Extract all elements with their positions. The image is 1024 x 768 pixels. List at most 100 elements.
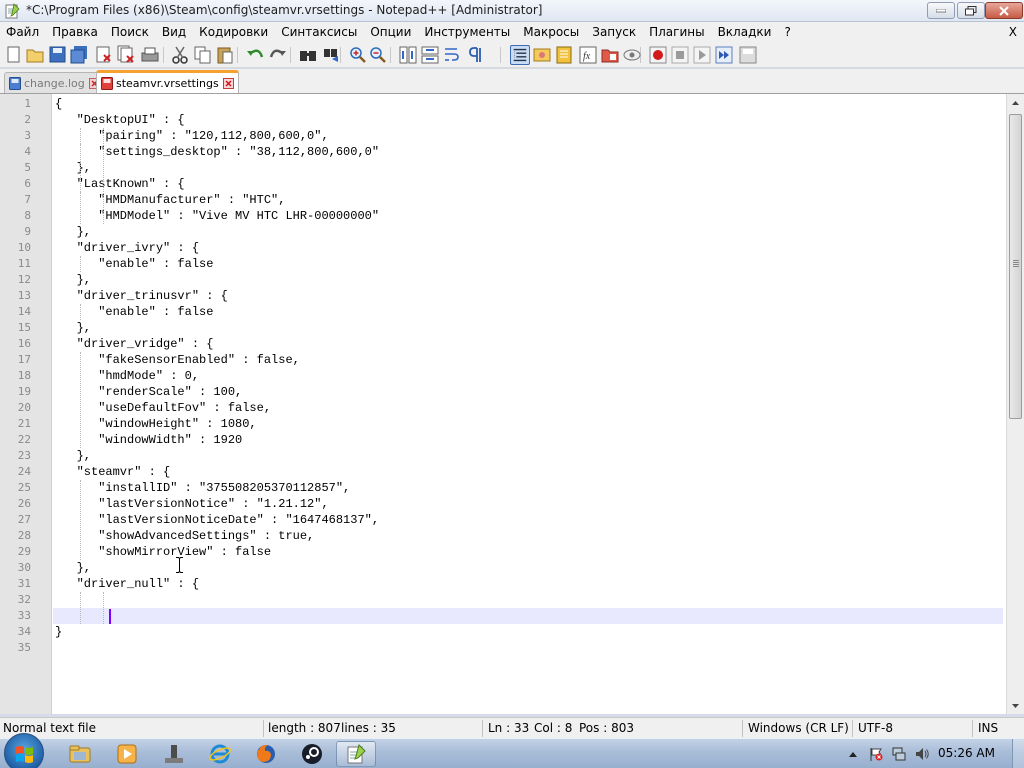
save-macro-button[interactable] bbox=[738, 45, 758, 65]
show-desktop-button[interactable] bbox=[1012, 739, 1024, 768]
paste-icon bbox=[217, 47, 233, 64]
menu-view[interactable]: Вид bbox=[156, 22, 193, 42]
line-number: 25 bbox=[17, 481, 31, 494]
maximize-button[interactable] bbox=[957, 2, 985, 19]
taskbar-program[interactable] bbox=[154, 741, 194, 767]
restore-icon bbox=[965, 5, 977, 15]
taskbar-media-player[interactable] bbox=[107, 741, 147, 767]
close-button[interactable] bbox=[94, 45, 114, 65]
paste-button[interactable] bbox=[215, 45, 235, 65]
network-icon bbox=[892, 747, 906, 761]
replace-button[interactable] bbox=[322, 45, 342, 65]
code-line: } bbox=[55, 625, 63, 639]
taskbar-notepad-plus-plus[interactable] bbox=[336, 741, 376, 767]
tray-network[interactable] bbox=[892, 747, 906, 761]
cut-button[interactable] bbox=[170, 45, 190, 65]
undo-icon bbox=[247, 49, 264, 58]
clock[interactable]: 05:26 AM bbox=[938, 746, 995, 760]
menu-file[interactable]: Файл bbox=[0, 22, 46, 42]
taskbar-firefox[interactable] bbox=[246, 741, 286, 767]
sync-horizontal-button[interactable] bbox=[420, 45, 440, 65]
play-macro-button[interactable] bbox=[692, 45, 712, 65]
run-macro-multiple-icon bbox=[715, 46, 733, 64]
save-all-icon bbox=[70, 46, 87, 64]
show-all-characters-icon bbox=[469, 47, 481, 62]
doc-map-button[interactable] bbox=[554, 45, 574, 65]
menu-window[interactable]: Вкладки bbox=[712, 22, 779, 42]
code-line: "DesktopUI" : { bbox=[55, 113, 185, 127]
close-document-button[interactable]: X bbox=[1009, 22, 1017, 42]
line-number: 22 bbox=[17, 433, 31, 446]
steam-icon bbox=[302, 744, 322, 764]
menu-plugins[interactable]: Плагины bbox=[643, 22, 711, 42]
close-tab-icon[interactable] bbox=[222, 77, 234, 89]
scroll-down-arrow[interactable] bbox=[1007, 697, 1024, 714]
status-bar: Normal text file length : 807 lines : 35… bbox=[0, 717, 1024, 738]
scroll-up-arrow[interactable] bbox=[1007, 94, 1024, 111]
toolbar: fx bbox=[0, 42, 1024, 68]
window-title: *C:\Program Files (x86)\Steam\config\ste… bbox=[26, 3, 543, 17]
taskbar-internet-explorer[interactable] bbox=[200, 741, 240, 767]
status-insert-mode: INS bbox=[978, 721, 999, 735]
folder-workspace-button[interactable] bbox=[600, 45, 620, 65]
sync-vertical-button[interactable] bbox=[398, 45, 418, 65]
tab-change-log[interactable]: change.log bbox=[4, 72, 105, 93]
copy-button[interactable] bbox=[193, 45, 213, 65]
close-all-button[interactable] bbox=[116, 45, 136, 65]
indent-guide bbox=[79, 192, 81, 224]
word-wrap-button[interactable] bbox=[442, 45, 462, 65]
record-macro-button[interactable] bbox=[648, 45, 668, 65]
tray-volume[interactable] bbox=[915, 747, 929, 761]
find-button[interactable] bbox=[298, 45, 318, 65]
run-macro-multiple-button[interactable] bbox=[714, 45, 734, 65]
save-all-button[interactable] bbox=[70, 45, 90, 65]
code-area[interactable]: { "DesktopUI" : { "pairing" : "120,112,8… bbox=[53, 94, 1003, 714]
redo-icon bbox=[269, 49, 286, 58]
menu-search[interactable]: Поиск bbox=[105, 22, 156, 42]
print-button[interactable] bbox=[140, 45, 160, 65]
vertical-scrollbar[interactable] bbox=[1006, 94, 1024, 714]
scroll-thumb[interactable] bbox=[1009, 114, 1022, 419]
line-number: 2 bbox=[24, 113, 31, 126]
line-number: 5 bbox=[24, 161, 31, 174]
tab-steamvr-vrsettings[interactable]: steamvr.vrsettings bbox=[96, 70, 239, 93]
play-macro-icon bbox=[693, 46, 711, 64]
undo-button[interactable] bbox=[245, 45, 265, 65]
tray-action-center[interactable] bbox=[869, 747, 883, 761]
menu-settings[interactable]: Опции bbox=[364, 22, 418, 42]
minimize-button[interactable] bbox=[927, 2, 955, 19]
code-line: }, bbox=[55, 321, 92, 335]
menu-help[interactable]: ? bbox=[778, 22, 797, 42]
show-all-characters-button[interactable] bbox=[466, 45, 486, 65]
toolbar-separator bbox=[237, 47, 238, 63]
menu-language[interactable]: Синтаксисы bbox=[275, 22, 364, 42]
close-window-button[interactable] bbox=[985, 2, 1023, 19]
line-number: 21 bbox=[17, 417, 31, 430]
record-macro-icon bbox=[649, 46, 667, 64]
save-button[interactable] bbox=[48, 45, 68, 65]
zoom-in-button[interactable] bbox=[348, 45, 368, 65]
start-button[interactable] bbox=[4, 733, 44, 768]
minimize-icon bbox=[936, 8, 946, 12]
save-macro-icon bbox=[739, 46, 757, 64]
menu-macro[interactable]: Макросы bbox=[517, 22, 586, 42]
user-language-button[interactable] bbox=[532, 45, 552, 65]
redo-button[interactable] bbox=[268, 45, 288, 65]
monitoring-button[interactable] bbox=[622, 45, 642, 65]
new-file-button[interactable] bbox=[4, 45, 24, 65]
menu-tools[interactable]: Инструменты bbox=[418, 22, 517, 42]
line-number-gutter[interactable]: 1 2 3 4 5 6 7 8 9 10 11 12 13 14 15 16 17 18 19 20 21 22 23 24 2… bbox=[0, 94, 52, 714]
menu-encoding[interactable]: Кодировки bbox=[193, 22, 275, 42]
indent-guide-button[interactable] bbox=[510, 45, 530, 65]
open-file-button[interactable] bbox=[25, 45, 45, 65]
show-hidden-icons-button[interactable] bbox=[846, 747, 860, 761]
taskbar-explorer[interactable] bbox=[60, 741, 100, 767]
zoom-out-button[interactable] bbox=[368, 45, 388, 65]
menu-edit[interactable]: Правка bbox=[46, 22, 105, 42]
taskbar-steam[interactable] bbox=[292, 741, 332, 767]
function-list-button[interactable]: fx bbox=[578, 45, 598, 65]
stop-macro-button[interactable] bbox=[670, 45, 690, 65]
editor[interactable]: 1 2 3 4 5 6 7 8 9 10 11 12 13 14 15 16 17 18 19 20 21 22 23 24 2… bbox=[0, 93, 1024, 714]
line-number: 28 bbox=[17, 529, 31, 542]
menu-run[interactable]: Запуск bbox=[586, 22, 643, 42]
